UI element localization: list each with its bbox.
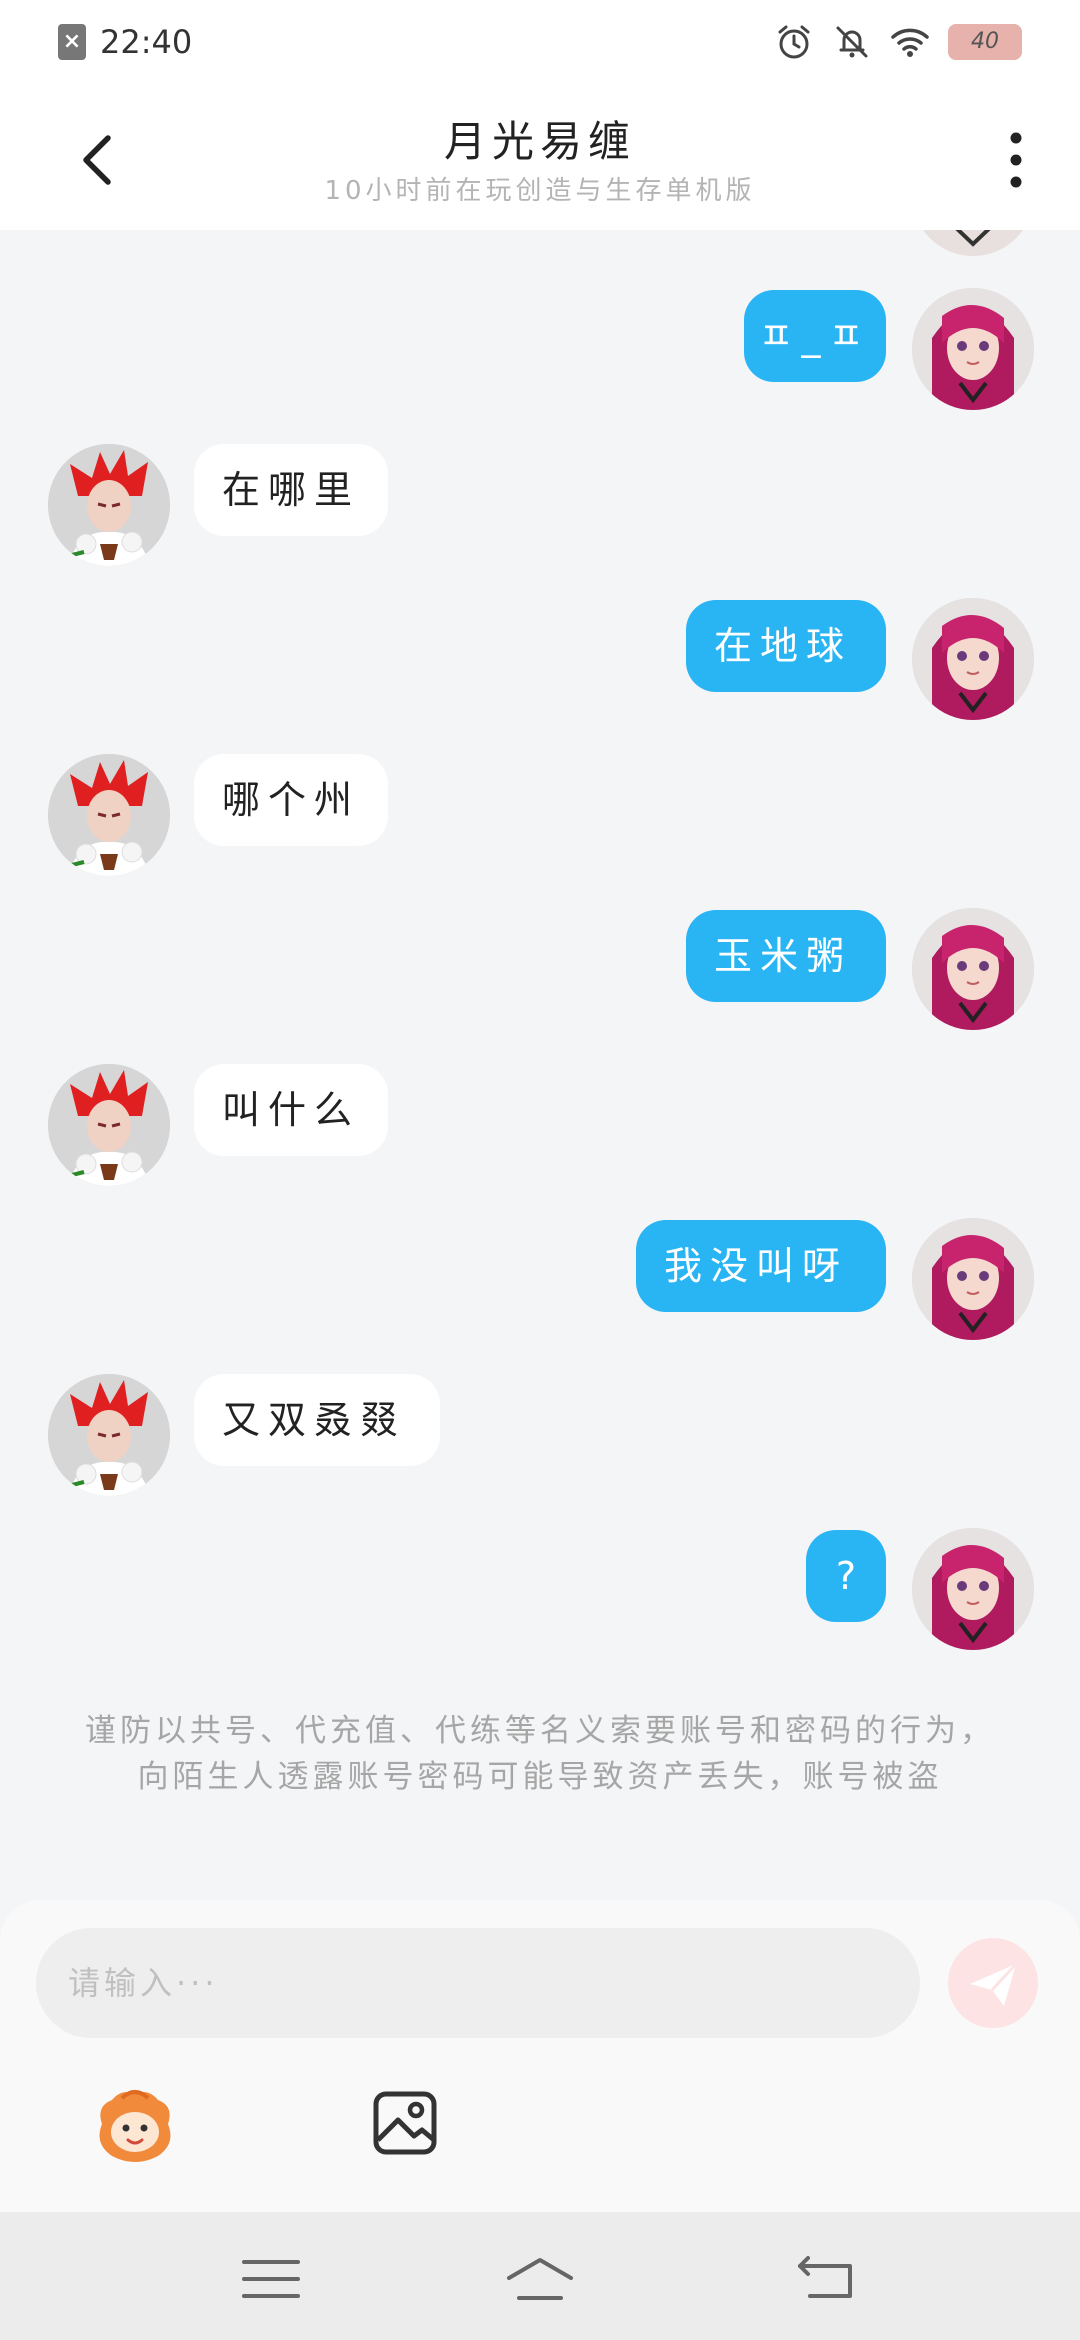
wifi-icon: [891, 28, 929, 57]
back-icon[interactable]: [790, 2252, 860, 2306]
message-input[interactable]: [36, 1928, 920, 2038]
message-bubble-outgoing[interactable]: 玉米粥: [686, 910, 886, 1002]
status-right: 40: [774, 18, 1022, 66]
message-bubble-outgoing[interactable]: ?: [806, 1530, 886, 1622]
image-icon[interactable]: [370, 2088, 440, 2158]
chat-header: 月光易缠 10小时前在玩创造与生存单机版: [0, 84, 1080, 230]
avatar-me[interactable]: [912, 1218, 1034, 1340]
more-vertical-icon[interactable]: [992, 124, 1040, 196]
sticker-icon[interactable]: [92, 2084, 178, 2170]
message-bubble-outgoing[interactable]: ㅍ_ㅍ: [744, 290, 886, 382]
alarm-icon: [778, 25, 810, 59]
message-bubble-outgoing[interactable]: 在地球: [686, 600, 886, 692]
status-left: × 22:40: [58, 20, 192, 64]
avatar-contact[interactable]: [48, 444, 170, 566]
chat-subtitle: 10小时前在玩创造与生存单机版: [324, 176, 756, 206]
send-icon: [970, 1962, 1018, 2006]
avatar-me[interactable]: [912, 598, 1034, 720]
menu-icon[interactable]: [236, 2252, 306, 2306]
message-bubble-incoming[interactable]: 哪个州: [194, 754, 388, 846]
home-icon[interactable]: [505, 2252, 575, 2306]
avatar-contact[interactable]: [48, 1064, 170, 1186]
sim-error-icon: ×: [58, 24, 86, 60]
chat-messages[interactable]: ㅍ_ㅍ 在哪里 在地球 哪个州 玉米粥 叫什么 我没叫呀 又双叒叕 ? 谨防以共…: [0, 230, 1080, 1900]
message-bubble-outgoing[interactable]: 我没叫呀: [636, 1220, 886, 1312]
chat-title: 月光易缠: [443, 117, 636, 166]
battery-indicator: 40: [948, 24, 1022, 60]
message-bubble-incoming[interactable]: 又双叒叕: [194, 1374, 440, 1466]
status-time: 22:40: [100, 23, 193, 61]
system-nav-bar: [0, 2212, 1080, 2340]
message-bubble-incoming[interactable]: 在哪里: [194, 444, 388, 536]
status-bar: × 22:40 40: [0, 0, 1080, 84]
avatar-me[interactable]: [912, 288, 1034, 410]
send-button[interactable]: [948, 1938, 1038, 2028]
avatar-contact[interactable]: [48, 754, 170, 876]
security-notice: 谨防以共号、代充值、代练等名义索要账号和密码的行为，向陌生人透露账号密码可能导致…: [85, 1713, 995, 1795]
avatar-me[interactable]: [912, 908, 1034, 1030]
avatar-me[interactable]: [912, 1528, 1034, 1650]
mute-icon: [836, 26, 868, 58]
avatar-me-partial[interactable]: [912, 230, 1034, 256]
avatar-contact[interactable]: [48, 1374, 170, 1496]
message-bubble-incoming[interactable]: 叫什么: [194, 1064, 388, 1156]
input-panel: [0, 1900, 1080, 2212]
